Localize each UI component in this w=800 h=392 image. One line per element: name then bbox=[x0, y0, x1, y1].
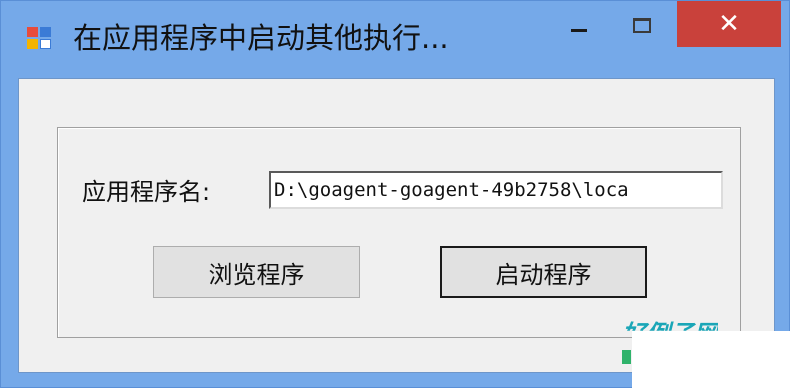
app-path-input[interactable] bbox=[269, 171, 723, 209]
maximize-icon bbox=[633, 17, 651, 33]
browse-button[interactable]: 浏览程序 bbox=[153, 246, 360, 298]
group-box: 应用程序名: 浏览程序 启动程序 bbox=[57, 127, 741, 338]
start-button[interactable]: 启动程序 bbox=[440, 246, 647, 298]
app-icon bbox=[27, 27, 53, 51]
minimize-icon bbox=[571, 28, 587, 32]
corner-blank bbox=[632, 331, 800, 392]
close-icon: ✕ bbox=[718, 9, 740, 39]
watermark-mark bbox=[622, 350, 631, 364]
close-button[interactable]: ✕ bbox=[677, 1, 781, 47]
maximize-button[interactable] bbox=[613, 1, 671, 49]
window-title: 在应用程序中启动其他执行... bbox=[73, 21, 449, 55]
minimize-button[interactable] bbox=[549, 1, 609, 49]
app-name-label: 应用程序名: bbox=[82, 178, 211, 206]
